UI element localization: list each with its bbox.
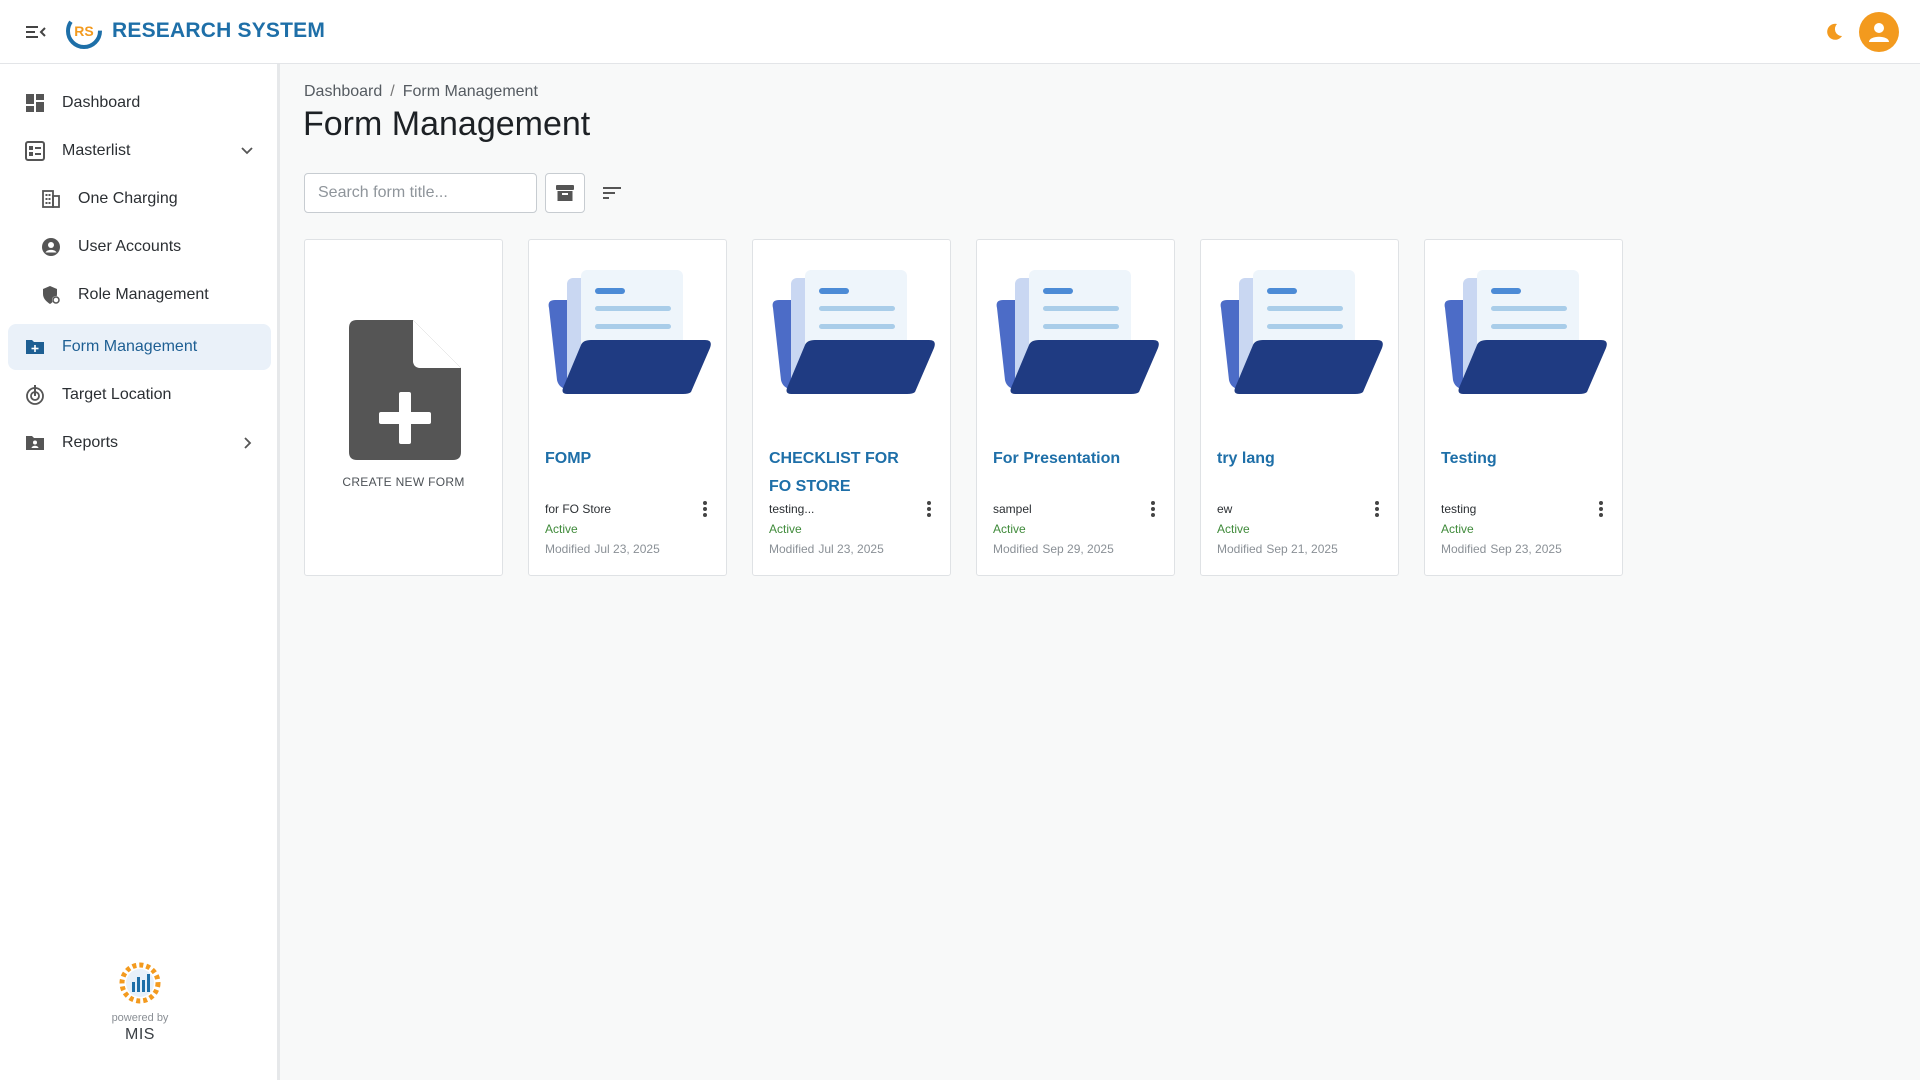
- create-new-form-card[interactable]: CREATE NEW FORM: [304, 239, 503, 576]
- breadcrumb-separator: /: [390, 83, 395, 100]
- sort-button[interactable]: [597, 180, 627, 206]
- form-title[interactable]: CHECKLIST FOR FO STORE: [769, 445, 919, 501]
- status-badge: Active: [993, 522, 1026, 536]
- reports-folder-icon: [25, 433, 45, 453]
- sidebar-item-label: Target Location: [62, 386, 172, 403]
- folder-icon: [548, 270, 711, 394]
- sort-icon: [603, 187, 621, 199]
- form-title[interactable]: try lang: [1217, 445, 1367, 473]
- powered-by-name: MIS: [125, 1026, 155, 1043]
- folder-icon: [1220, 270, 1383, 394]
- form-modified: Modified Sep 21, 2025: [1217, 542, 1338, 556]
- sidebar-item-user-accounts[interactable]: User Accounts: [8, 224, 271, 270]
- modified-label: Modified: [545, 542, 591, 556]
- form-card[interactable]: Testing testing Active Modified Sep 23, 2…: [1424, 239, 1623, 576]
- target-icon: [25, 385, 45, 405]
- sidebar-item-form-management[interactable]: Form Management: [8, 324, 271, 370]
- status-badge: Active: [1441, 522, 1474, 536]
- search-input[interactable]: [304, 173, 537, 213]
- user-icon: [1869, 23, 1889, 42]
- form-title[interactable]: Testing: [1441, 445, 1591, 473]
- form-modified: Modified Jul 23, 2025: [769, 542, 884, 556]
- form-modified: Modified Sep 23, 2025: [1441, 542, 1562, 556]
- modified-date: Sep 23, 2025: [1490, 542, 1562, 556]
- folder-icon: [772, 270, 935, 394]
- modified-date: Jul 23, 2025: [818, 542, 884, 556]
- breadcrumb-current: Form Management: [402, 83, 538, 100]
- sidebar-item-target-location[interactable]: Target Location: [8, 372, 271, 418]
- sidebar-item-label: Form Management: [62, 338, 198, 355]
- status-badge: Active: [545, 522, 578, 536]
- chevron-down-icon: [239, 143, 255, 159]
- breadcrumb: Dashboard / Form Management: [304, 83, 538, 101]
- status-badge: Active: [1217, 522, 1250, 536]
- app-logo: RS: [66, 13, 102, 49]
- form-description: testing: [1441, 502, 1477, 516]
- modified-label: Modified: [993, 542, 1039, 556]
- sidebar-item-label: One Charging: [78, 190, 178, 207]
- form-card[interactable]: For Presentation sampel Active Modified S…: [976, 239, 1175, 576]
- sidebar-item-masterlist[interactable]: Masterlist: [8, 128, 271, 174]
- more-vert-icon[interactable]: [1592, 498, 1610, 520]
- sidebar-item-label: Masterlist: [62, 142, 131, 159]
- more-vert-icon[interactable]: [920, 498, 938, 520]
- form-title[interactable]: FOMP: [545, 445, 695, 473]
- sidebar: Dashboard Masterlist One Charging User A…: [0, 64, 280, 1080]
- archive-button[interactable]: [545, 173, 585, 213]
- app-brand: RESEARCH SYSTEM: [112, 19, 326, 42]
- sidebar-item-one-charging[interactable]: One Charging: [8, 176, 271, 222]
- sidebar-item-label: Dashboard: [62, 94, 141, 111]
- building-icon: [41, 189, 61, 209]
- status-badge: Active: [769, 522, 802, 536]
- folder-plus-icon: [25, 337, 45, 357]
- sidebar-item-label: Reports: [62, 434, 119, 451]
- modified-label: Modified: [769, 542, 815, 556]
- chevron-right-icon: [239, 435, 255, 451]
- sidebar-item-label: User Accounts: [78, 238, 182, 255]
- user-avatar[interactable]: [1859, 12, 1899, 52]
- modified-label: Modified: [1217, 542, 1263, 556]
- create-new-form-label: CREATE NEW FORM: [342, 475, 465, 489]
- sidebar-item-label: Role Management: [78, 286, 209, 303]
- moon-icon[interactable]: [1822, 20, 1846, 44]
- form-title[interactable]: For Presentation: [993, 445, 1143, 473]
- powered-by-footer: powered by MIS: [0, 960, 280, 1044]
- form-card[interactable]: CHECKLIST FOR FO STORE testing... Active…: [752, 239, 951, 576]
- form-description: for FO Store: [545, 502, 612, 516]
- top-bar: RS RESEARCH SYSTEM: [0, 0, 1920, 64]
- more-vert-icon[interactable]: [1144, 498, 1162, 520]
- breadcrumb-dashboard[interactable]: Dashboard: [304, 83, 382, 101]
- form-description: testing...: [769, 502, 815, 516]
- modified-date: Sep 21, 2025: [1266, 542, 1338, 556]
- logo-text: RS: [74, 23, 93, 39]
- role-shield-icon: [41, 285, 61, 305]
- sidebar-item-reports[interactable]: Reports: [8, 420, 271, 466]
- archive-icon: [556, 185, 574, 201]
- masterlist-icon: [25, 141, 45, 161]
- folder-icon: [996, 270, 1159, 394]
- form-card[interactable]: try lang ew Active Modified Sep 21, 2025: [1200, 239, 1399, 576]
- form-card[interactable]: FOMP for FO Store Active Modified Jul 23,…: [528, 239, 727, 576]
- modified-date: Sep 29, 2025: [1042, 542, 1114, 556]
- dashboard-icon: [25, 93, 45, 113]
- new-file-icon: [349, 320, 461, 460]
- more-vert-icon[interactable]: [696, 498, 714, 520]
- account-circle-icon: [41, 237, 61, 257]
- form-description: ew: [1217, 502, 1233, 516]
- form-modified: Modified Jul 23, 2025: [545, 542, 660, 556]
- form-description: sampel: [993, 502, 1032, 516]
- sidebar-item-role-management[interactable]: Role Management: [8, 272, 271, 318]
- sidebar-item-dashboard[interactable]: Dashboard: [8, 80, 271, 126]
- folder-icon: [1444, 270, 1607, 394]
- powered-by-label: powered by: [111, 1012, 169, 1024]
- more-vert-icon[interactable]: [1368, 498, 1386, 520]
- page-title: Form Management: [303, 105, 591, 143]
- menu-collapse-icon[interactable]: [22, 20, 50, 44]
- form-modified: Modified Sep 29, 2025: [993, 542, 1114, 556]
- modified-label: Modified: [1441, 542, 1487, 556]
- mis-logo-icon: [119, 962, 161, 1004]
- modified-date: Jul 23, 2025: [594, 542, 660, 556]
